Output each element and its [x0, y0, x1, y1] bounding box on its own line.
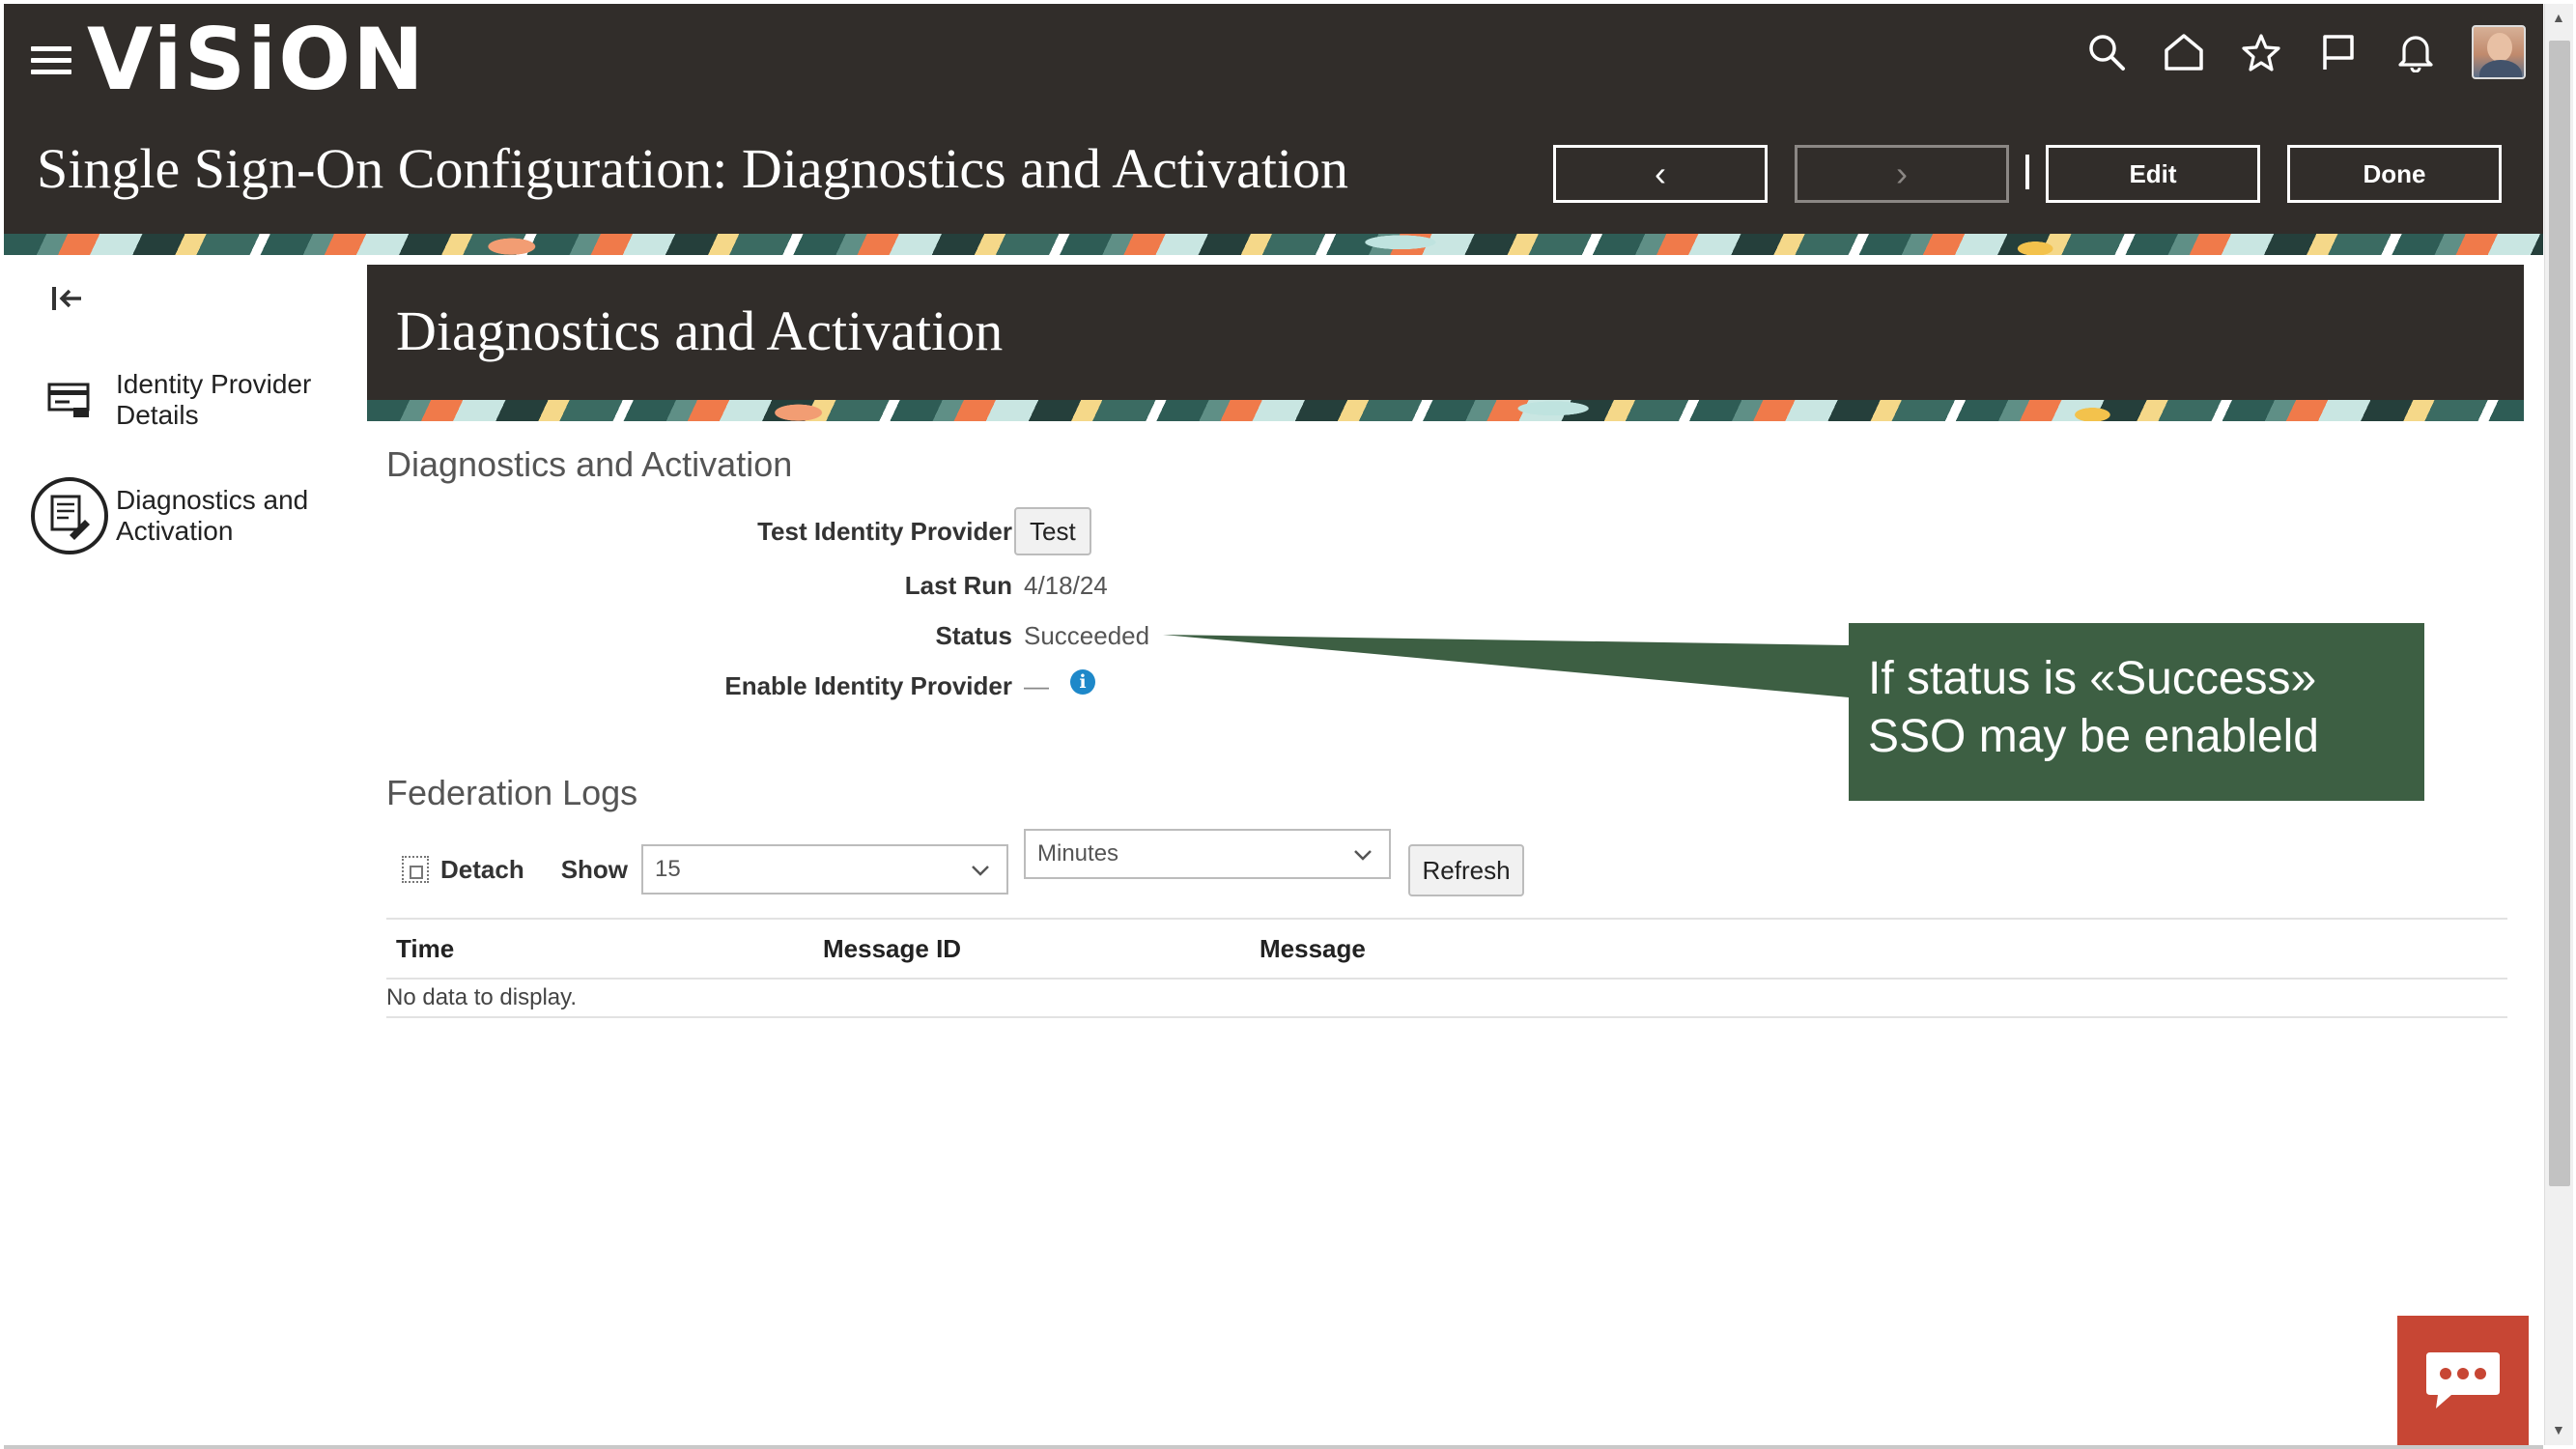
column-header-message-id[interactable]: Message ID — [823, 934, 1260, 964]
detach-icon — [402, 856, 429, 883]
callout-line-2: SSO may be enableld — [1868, 711, 2319, 762]
bell-icon[interactable] — [2394, 31, 2437, 73]
user-avatar[interactable] — [2472, 25, 2526, 79]
chevron-down-icon — [972, 866, 989, 876]
chevron-right-icon: › — [1896, 154, 1908, 193]
logs-toolbar: Detach Show — [402, 842, 641, 896]
empty-table-message: No data to display. — [386, 980, 2507, 1018]
banner-pattern — [367, 400, 2524, 421]
star-icon[interactable] — [2240, 31, 2282, 73]
search-icon[interactable] — [2085, 31, 2128, 73]
last-run-row: Last Run 4/18/24 — [386, 564, 1108, 607]
menu-icon[interactable] — [31, 46, 71, 75]
global-header: ViSiON Single Sign-On Configuration: Dia… — [4, 4, 2543, 236]
header-icon-bar — [2051, 25, 2526, 79]
scroll-down-arrow-icon[interactable]: ▼ — [2552, 1422, 2565, 1437]
back-button[interactable]: ‹ — [1553, 145, 1768, 203]
table-header-row: Time Message ID Message — [386, 918, 2507, 980]
scroll-up-arrow-icon[interactable]: ▲ — [2552, 10, 2565, 25]
id-card-icon — [29, 379, 110, 421]
enable-identity-provider-row: Enable Identity Provider — i — [386, 665, 1095, 707]
page-title: Single Sign-On Configuration: Diagnostic… — [37, 137, 1349, 200]
scroll-thumb[interactable] — [2549, 41, 2570, 1186]
show-label: Show — [560, 854, 629, 884]
flag-icon[interactable] — [2317, 31, 2360, 73]
home-icon[interactable] — [2163, 31, 2205, 73]
chat-bubble-icon — [2426, 1352, 2500, 1408]
edit-button[interactable]: Edit — [2046, 145, 2260, 203]
diagnostics-icon — [29, 475, 110, 556]
federation-logs-table: Time Message ID Message No data to displ… — [386, 918, 2507, 1018]
show-count-select[interactable]: 15 — [641, 844, 1008, 895]
detach-label: Detach — [440, 854, 524, 884]
last-run-value: 4/18/24 — [1024, 570, 1108, 600]
detach-button[interactable]: Detach — [402, 855, 524, 885]
sidebar-item-identity-provider[interactable]: Identity Provider Details — [29, 369, 338, 431]
show-count-value: 15 — [655, 856, 681, 882]
collapse-sidebar-icon[interactable] — [50, 284, 89, 317]
content-banner: Diagnostics and Activation — [367, 265, 2524, 421]
time-unit-value: Minutes — [1037, 840, 1119, 867]
chat-button[interactable] — [2397, 1316, 2529, 1445]
column-header-message[interactable]: Message — [1260, 934, 2507, 964]
header-pattern — [4, 234, 2543, 255]
button-separator — [2025, 155, 2029, 189]
banner-title: Diagnostics and Activation — [396, 299, 1004, 362]
enable-identity-provider-value: — — [1024, 670, 1049, 700]
vision-logo[interactable]: ViSiON — [87, 12, 426, 108]
diagnostics-section-title: Diagnostics and Activation — [386, 444, 793, 484]
done-button[interactable]: Done — [2287, 145, 2502, 203]
callout-annotation: If status is «Success» SSO may be enable… — [1849, 623, 2424, 801]
sidebar-item-diagnostics[interactable]: Diagnostics and Activation — [29, 475, 338, 556]
test-identity-provider-label: Test Identity Provider — [757, 516, 1012, 546]
test-identity-provider-row: Test Identity Provider Test — [386, 507, 1091, 555]
sidebar-item-label: Diagnostics and Activation — [116, 485, 309, 546]
test-button[interactable]: Test — [1014, 507, 1091, 555]
next-button[interactable]: › — [1795, 145, 2009, 203]
status-label: Status — [935, 620, 1012, 650]
chevron-left-icon: ‹ — [1655, 154, 1666, 193]
refresh-button[interactable]: Refresh — [1408, 844, 1524, 896]
column-header-time[interactable]: Time — [386, 934, 823, 964]
sidebar-item-label: Identity Provider Details — [116, 369, 312, 430]
federation-logs-title: Federation Logs — [386, 773, 638, 812]
callout-line-1: If status is «Success» — [1868, 653, 2317, 704]
bottom-divider — [4, 1445, 2543, 1449]
status-row: Status Succeeded — [386, 614, 1150, 657]
status-value: Succeeded — [1024, 620, 1150, 650]
enable-identity-provider-label: Enable Identity Provider — [724, 670, 1012, 700]
time-unit-select[interactable]: Minutes — [1024, 829, 1391, 879]
page-scrollbar[interactable]: ▲ ▼ — [2544, 4, 2573, 1445]
chevron-down-icon — [1354, 850, 1372, 861]
info-icon[interactable]: i — [1070, 669, 1095, 695]
last-run-label: Last Run — [904, 570, 1012, 600]
